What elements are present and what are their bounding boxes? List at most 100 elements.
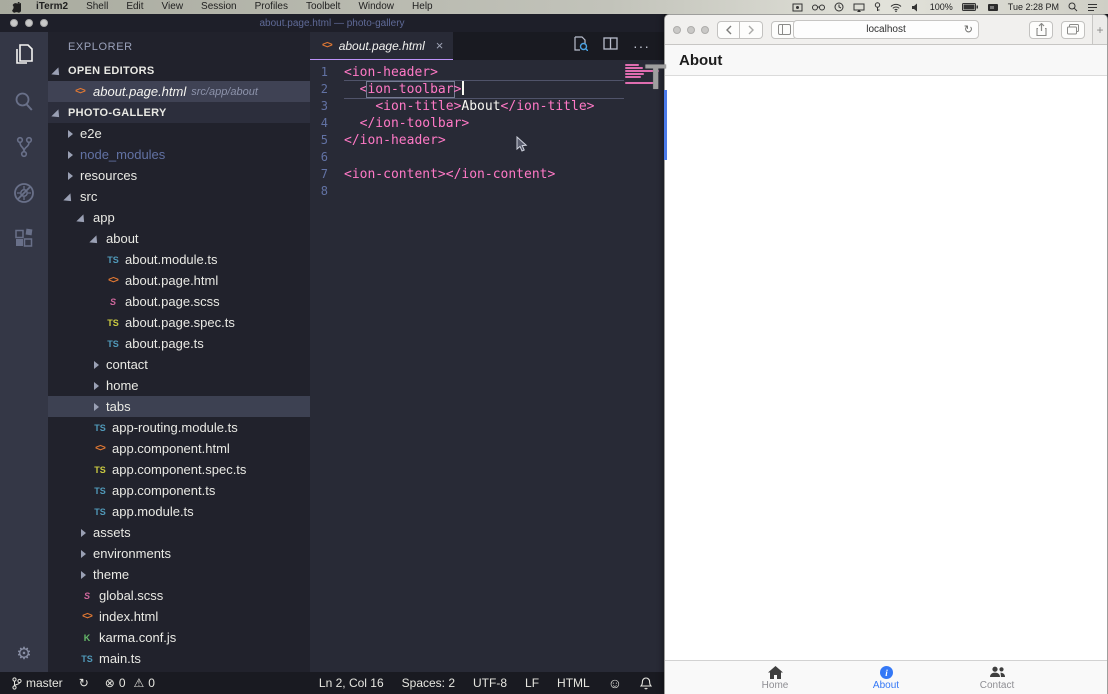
tree-item-about-page-scss[interactable]: Sabout.page.scss xyxy=(48,291,310,312)
project-header[interactable]: PHOTO-GALLERY xyxy=(48,102,310,123)
forward-button[interactable] xyxy=(740,21,763,39)
tree-item-app[interactable]: app xyxy=(48,207,310,228)
volume-icon[interactable] xyxy=(911,3,921,12)
menu-item-view[interactable]: View xyxy=(153,1,193,12)
notifications-bell-icon[interactable] xyxy=(640,677,652,690)
open-preview-icon[interactable] xyxy=(573,36,588,56)
code-line-5[interactable]: 5</ion-header> xyxy=(310,132,664,149)
menu-item-edit[interactable]: Edit xyxy=(117,1,152,12)
code-line-4[interactable]: 4 </ion-toolbar> xyxy=(310,115,664,132)
tree-item-assets[interactable]: assets xyxy=(48,522,310,543)
tree-item-karma-conf-js[interactable]: Kkarma.conf.js xyxy=(48,627,310,648)
debug-icon[interactable] xyxy=(0,170,48,216)
explorer-icon[interactable] xyxy=(0,32,48,78)
code-line-6[interactable]: 6 xyxy=(310,149,664,166)
status-line-col[interactable]: Ln 2, Col 16 xyxy=(319,676,384,690)
tab-close-icon[interactable]: × xyxy=(432,38,444,53)
code-line-3[interactable]: 3 <ion-title>About</ion-title> xyxy=(310,98,664,115)
status-encoding[interactable]: UTF-8 xyxy=(473,676,507,690)
tree-item-resources[interactable]: resources xyxy=(48,165,310,186)
tabs-overview-button[interactable] xyxy=(1061,21,1085,39)
explorer-sidebar: EXPLORER OPEN EDITORS <> about.page.html… xyxy=(48,32,310,672)
sync-icon[interactable]: ↻ xyxy=(79,676,89,690)
minimize-window-button[interactable] xyxy=(687,26,695,34)
share-button[interactable] xyxy=(1029,21,1053,39)
code-line-8[interactable]: 8 xyxy=(310,183,664,200)
tree-item-about-page-ts[interactable]: TSabout.page.ts xyxy=(48,333,310,354)
display-icon[interactable] xyxy=(987,3,999,12)
tree-item-e2e[interactable]: e2e xyxy=(48,123,310,144)
screenshot-icon[interactable] xyxy=(792,3,803,12)
battery-icon[interactable] xyxy=(962,3,978,11)
chevron-collapsed-icon xyxy=(66,129,76,139)
tree-item-about-page-spec-ts[interactable]: TSabout.page.spec.ts xyxy=(48,312,310,333)
split-editor-icon[interactable] xyxy=(603,37,618,55)
open-editor-item[interactable]: <> about.page.html src/app/about xyxy=(48,81,310,102)
status-eol[interactable]: LF xyxy=(525,676,539,690)
address-bar[interactable]: localhost ↻ xyxy=(793,20,979,39)
feedback-smiley-icon[interactable]: ☺ xyxy=(608,675,622,691)
code-line-1[interactable]: 1<ion-header> xyxy=(310,64,664,81)
status-language[interactable]: HTML xyxy=(557,676,590,690)
tree-item-app-routing-module-ts[interactable]: TSapp-routing.module.ts xyxy=(48,417,310,438)
tree-item-contact[interactable]: contact xyxy=(48,354,310,375)
tab-about[interactable]: iAbout xyxy=(831,661,942,694)
tree-item-node-modules[interactable]: node_modules xyxy=(48,144,310,165)
menu-item-window[interactable]: Window xyxy=(349,1,403,12)
editor-tab-about-page-html[interactable]: <> about.page.html × xyxy=(310,32,453,60)
tree-item-about-module-ts[interactable]: TSabout.module.ts xyxy=(48,249,310,270)
settings-gear-icon[interactable]: ⚙ xyxy=(0,644,48,664)
menu-item-profiles[interactable]: Profiles xyxy=(246,1,297,12)
notification-center-icon[interactable] xyxy=(1087,3,1098,12)
menu-item-session[interactable]: Session xyxy=(192,1,246,12)
tree-item-index-html[interactable]: <>index.html xyxy=(48,606,310,627)
html-file-icon: <> xyxy=(72,86,88,97)
menu-item-iterm2[interactable]: iTerm2 xyxy=(27,1,77,12)
back-button[interactable] xyxy=(717,21,740,39)
tree-item-theme[interactable]: theme xyxy=(48,564,310,585)
tree-item-tabs[interactable]: tabs xyxy=(48,396,310,417)
airplay-icon[interactable] xyxy=(853,3,865,12)
vscode-window-title: about.page.html — photo-gallery xyxy=(0,18,664,29)
tree-item-app-component-html[interactable]: <>app.component.html xyxy=(48,438,310,459)
tree-item-global-scss[interactable]: Sglobal.scss xyxy=(48,585,310,606)
reload-icon[interactable]: ↻ xyxy=(964,22,973,39)
git-branch-status[interactable]: master xyxy=(12,676,63,690)
tab-home[interactable]: Home xyxy=(720,661,831,694)
spotlight-icon[interactable] xyxy=(1068,2,1078,12)
menu-item-help[interactable]: Help xyxy=(403,1,442,12)
tree-item-main-ts[interactable]: TSmain.ts xyxy=(48,648,310,669)
status-indentation[interactable]: Spaces: 2 xyxy=(402,676,455,690)
tree-item-about[interactable]: about xyxy=(48,228,310,249)
zoom-window-button[interactable] xyxy=(701,26,709,34)
glasses-icon[interactable] xyxy=(812,3,825,11)
tab-contact[interactable]: Contact xyxy=(942,661,1053,694)
new-tab-button[interactable]: + xyxy=(1092,15,1107,44)
source-control-icon[interactable] xyxy=(0,124,48,170)
open-editors-header[interactable]: OPEN EDITORS xyxy=(48,60,310,81)
apple-menu[interactable] xyxy=(0,2,27,13)
more-actions-icon[interactable]: ··· xyxy=(633,38,650,54)
menu-item-shell[interactable]: Shell xyxy=(77,1,117,12)
tree-item-app-component-ts[interactable]: TSapp.component.ts xyxy=(48,480,310,501)
wifi-icon[interactable] xyxy=(890,3,902,12)
menu-item-toolbelt[interactable]: Toolbelt xyxy=(297,1,349,12)
menubar-clock[interactable]: Tue 2:28 PM xyxy=(1008,2,1059,12)
extensions-icon[interactable] xyxy=(0,216,48,262)
close-window-button[interactable] xyxy=(673,26,681,34)
code-line-2[interactable]: 2 <ion-toolbar> xyxy=(310,81,664,98)
tab-label: Contact xyxy=(980,680,1014,691)
tree-item-src[interactable]: src xyxy=(48,186,310,207)
vscode-titlebar[interactable]: about.page.html — photo-gallery xyxy=(0,14,664,32)
clock-status-icon[interactable] xyxy=(834,2,844,12)
key-icon[interactable] xyxy=(874,2,881,12)
tree-item-home[interactable]: home xyxy=(48,375,310,396)
tree-item-app-component-spec-ts[interactable]: TSapp.component.spec.ts xyxy=(48,459,310,480)
tree-item-about-page-html[interactable]: <>about.page.html xyxy=(48,270,310,291)
search-icon[interactable] xyxy=(0,78,48,124)
code-line-7[interactable]: 7<ion-content></ion-content> xyxy=(310,166,664,183)
problems-status[interactable]: ⊗ 0 ⚠ 0 xyxy=(105,676,155,690)
tree-item-environments[interactable]: environments xyxy=(48,543,310,564)
code-editor[interactable]: 1<ion-header>2 <ion-toolbar>3 <ion-title… xyxy=(310,60,664,200)
tree-item-app-module-ts[interactable]: TSapp.module.ts xyxy=(48,501,310,522)
